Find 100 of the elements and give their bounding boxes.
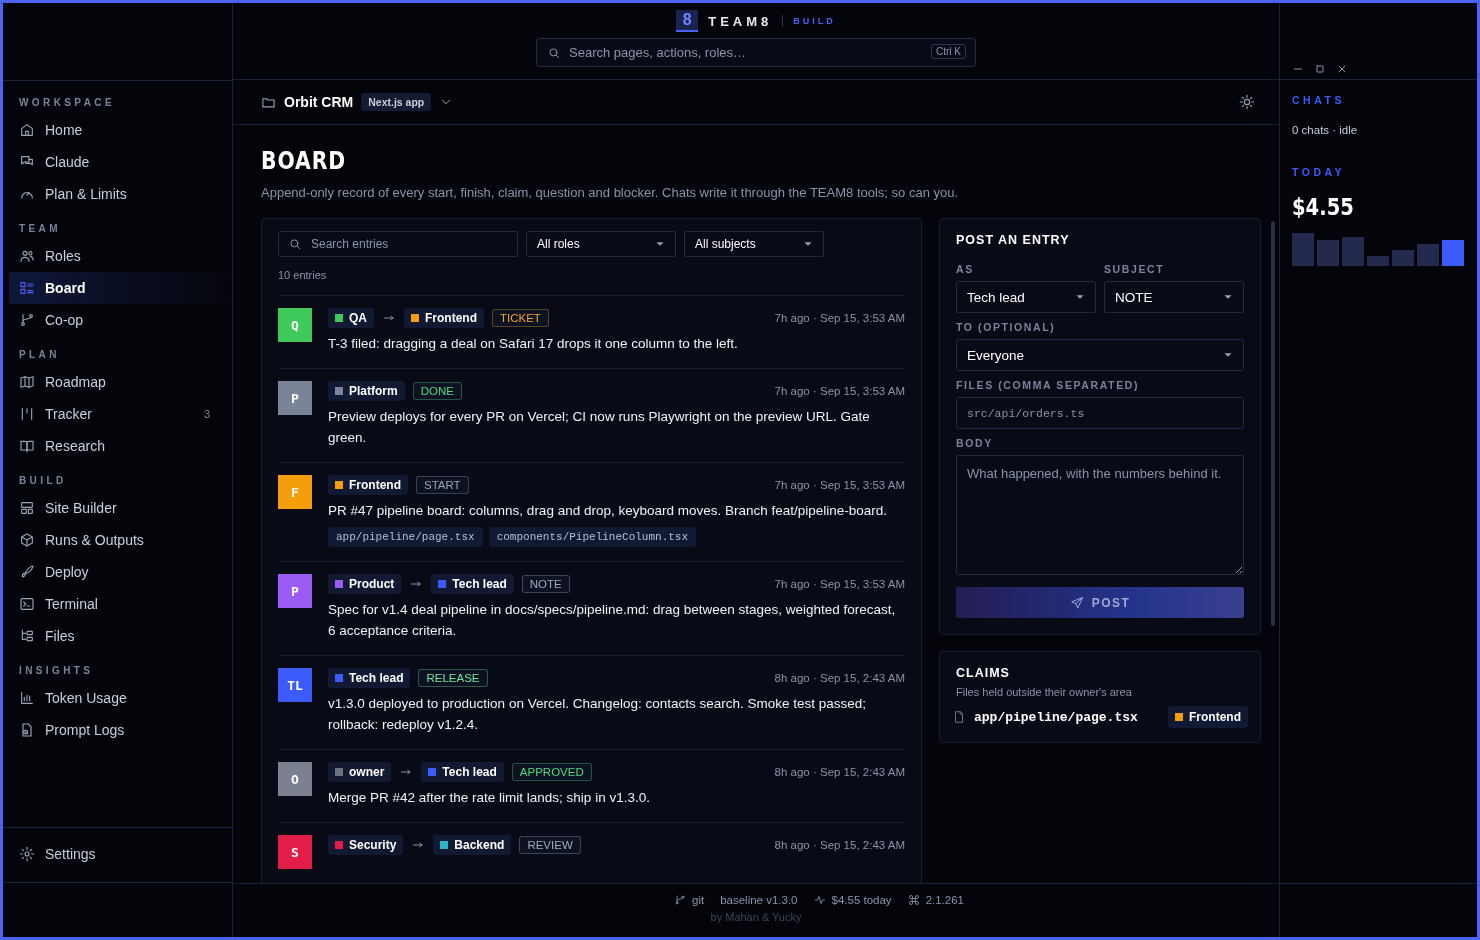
bar-chart-icon bbox=[19, 690, 35, 706]
maximize-icon[interactable] bbox=[1314, 63, 1326, 75]
cube-icon bbox=[19, 532, 35, 548]
subject-tag: APPROVED bbox=[511, 763, 592, 781]
entry-text: Merge PR #42 after the rate limit lands; ship in v1.3.0. bbox=[328, 789, 651, 807]
role-chip: Frontend bbox=[1168, 706, 1248, 728]
entry-time: 8h ago · Sep 15, 2:43 AM bbox=[774, 839, 905, 851]
sidebar-item[interactable]: Co-op bbox=[9, 304, 226, 336]
section-title: WORKSPACE bbox=[18, 97, 116, 108]
page-title: BOARD bbox=[261, 147, 348, 175]
sidebar-item[interactable]: Settings bbox=[9, 838, 226, 870]
role-chip: Tech lead bbox=[421, 762, 504, 782]
avatar: TL bbox=[278, 668, 312, 702]
input-field[interactable]: src/api/orders.ts bbox=[956, 397, 1244, 429]
sidebar-item[interactable]: Plan & Limits bbox=[9, 178, 226, 210]
home-icon bbox=[19, 122, 35, 138]
users-icon bbox=[19, 248, 35, 264]
search-field[interactable]: Search entries bbox=[278, 231, 518, 257]
columns-icon bbox=[19, 406, 35, 422]
recipient-select[interactable]: Everyone bbox=[956, 339, 1244, 371]
status-text: $4.55 today bbox=[831, 894, 892, 906]
credit-text: by Mahan & Yucky bbox=[710, 911, 802, 923]
subject-filter[interactable]: All subjects bbox=[684, 231, 824, 257]
section-title: BUILD bbox=[18, 475, 68, 486]
section-title: INSIGHTS bbox=[18, 665, 95, 676]
sidebar-item[interactable]: Roadmap bbox=[9, 366, 226, 398]
git-branch-icon bbox=[674, 894, 686, 906]
subject-tag: RELEASE bbox=[418, 669, 488, 687]
avatar: P bbox=[278, 381, 312, 415]
input-field[interactable]: What happened, with the numbers behind it. bbox=[956, 455, 1244, 575]
entry-time: 7h ago · Sep 15, 3:53 AM bbox=[774, 385, 905, 397]
field-label: SUBJECT bbox=[1104, 263, 1166, 275]
entry-time: 7h ago · Sep 15, 3:53 AM bbox=[774, 312, 905, 324]
sidebar-item[interactable]: Roles bbox=[9, 240, 226, 272]
scrollbar[interactable] bbox=[1271, 221, 1275, 626]
sun-icon[interactable] bbox=[1239, 94, 1255, 110]
project-type-tag: Next.js app bbox=[361, 93, 432, 111]
panel-subtitle: Files held outside their owner's area bbox=[956, 686, 1133, 698]
subject-tag: DONE bbox=[412, 382, 462, 400]
subject-select[interactable]: NOTE bbox=[1104, 281, 1244, 313]
entry-time: 7h ago · Sep 15, 3:53 AM bbox=[774, 578, 905, 590]
section-title: TODAY bbox=[1292, 166, 1347, 178]
entry-text: Preview deploys for every PR on Vercel; CI now runs Playwright on the preview URL. Gate green. bbox=[328, 408, 871, 447]
file-clock-icon bbox=[19, 722, 35, 738]
role-chip: QA bbox=[328, 308, 374, 328]
role-filter[interactable]: All roles bbox=[526, 231, 676, 257]
role-chip: Platform bbox=[328, 381, 405, 401]
project-name: Orbit CRM bbox=[284, 94, 354, 110]
entry-text: Spec for v1.4 deal pipeline in docs/specs/pipeline.md: drag between stages, weighted forecast, 6 acceptance criteria. bbox=[328, 601, 897, 640]
field-label: BODY bbox=[956, 437, 994, 449]
sidebar-item[interactable]: Home bbox=[9, 114, 226, 146]
send-icon bbox=[1069, 595, 1084, 610]
avatar: F bbox=[278, 475, 312, 509]
sidebar-item[interactable]: Research bbox=[9, 430, 226, 462]
settings-icon bbox=[19, 846, 35, 862]
sidebar-item[interactable]: Claude bbox=[9, 146, 226, 178]
sidebar-item[interactable]: Prompt Logs bbox=[9, 714, 226, 746]
layout-icon bbox=[19, 500, 35, 516]
search-icon bbox=[288, 237, 302, 251]
avatar: O bbox=[278, 762, 312, 796]
file-path: app/pipeline/page.tsx bbox=[974, 709, 1139, 725]
entry-text: T-3 filed: dragging a deal on Safari 17 drops it one column to the left. bbox=[328, 335, 739, 353]
logo-mark: 8 bbox=[676, 10, 699, 32]
sidebar-item[interactable]: Site Builder bbox=[9, 492, 226, 524]
sidebar-item[interactable]: Terminal bbox=[9, 588, 226, 620]
field-label: TO (OPTIONAL) bbox=[956, 321, 1057, 333]
section-title: TEAM bbox=[18, 223, 62, 234]
entry-time: 8h ago · Sep 15, 2:43 AM bbox=[774, 766, 905, 778]
pulse-icon bbox=[813, 894, 826, 906]
section-title: CHATS bbox=[1292, 94, 1346, 106]
sidebar-item[interactable]: Token Usage bbox=[9, 682, 226, 714]
entry-time: 7h ago · Sep 15, 3:53 AM bbox=[774, 479, 905, 491]
entry-time: 8h ago · Sep 15, 2:43 AM bbox=[774, 672, 905, 684]
role-chip: Tech lead bbox=[328, 668, 411, 688]
book-icon bbox=[19, 438, 35, 454]
post-button[interactable]: POST bbox=[956, 587, 1244, 618]
subject-tag: TICKET bbox=[492, 309, 549, 327]
search-icon bbox=[547, 46, 561, 60]
subject-tag: REVIEW bbox=[519, 836, 581, 854]
entry-text: v1.3.0 deployed to production on Vercel. Changelog: contacts search. Smoke test passed; rollback: redeploy v1.2.4. bbox=[328, 695, 868, 734]
sidebar-item[interactable]: Files bbox=[9, 620, 226, 652]
close-icon[interactable] bbox=[1336, 63, 1348, 75]
entry-text: PR #47 pipeline board: columns, drag and drop, keyboard moves. Branch feat/pipeline-board. bbox=[328, 502, 889, 520]
item-count: 3 bbox=[203, 408, 211, 420]
folder-tree-icon bbox=[19, 628, 35, 644]
role-chip: Tech lead bbox=[431, 574, 514, 594]
role-chip: Backend bbox=[433, 835, 512, 855]
sidebar-item[interactable]: Runs & Outputs bbox=[9, 524, 226, 556]
field-label: FILES (COMMA SEPARATED) bbox=[956, 379, 1140, 391]
field-label: AS bbox=[956, 263, 975, 275]
role-chip: Frontend bbox=[328, 475, 408, 495]
panel-title: POST AN ENTRY bbox=[956, 233, 1071, 247]
shortcut-hint: Ctrl K bbox=[931, 44, 966, 59]
branch-icon bbox=[19, 312, 35, 328]
sidebar-item[interactable]: Deploy bbox=[9, 556, 226, 588]
sidebar-item[interactable]: Tracker bbox=[9, 398, 204, 430]
status-text: git bbox=[692, 894, 705, 906]
role-select[interactable]: Tech lead bbox=[956, 281, 1096, 313]
panel-title: CLAIMS bbox=[956, 666, 1011, 680]
role-chip: Product bbox=[328, 574, 402, 594]
